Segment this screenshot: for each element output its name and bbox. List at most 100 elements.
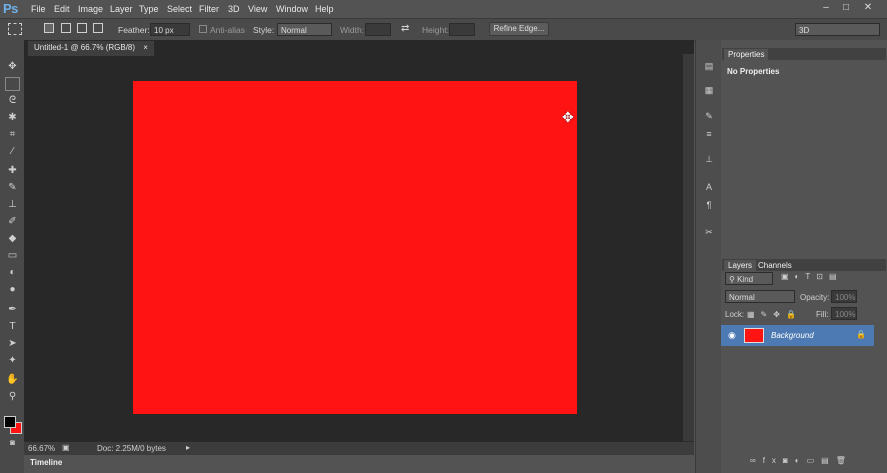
path-selection-icon[interactable]: ➤ <box>5 337 20 351</box>
menu-3d[interactable]: 3D <box>228 4 240 14</box>
subtract-selection-icon[interactable] <box>77 23 87 33</box>
vertical-scrollbar[interactable] <box>683 54 694 441</box>
tab-close-icon[interactable]: × <box>143 43 148 52</box>
search-icon: ⚲ <box>729 275 738 284</box>
right-panels: Properties No Properties Layers Channels… <box>721 40 887 473</box>
blend-mode-select[interactable]: Normal <box>725 290 795 303</box>
lasso-tool-icon[interactable]: ᘓ <box>5 94 20 108</box>
visibility-eye-icon[interactable]: ◉ <box>728 330 736 341</box>
menu-image[interactable]: Image <box>78 4 103 14</box>
opacity-input[interactable]: 100% <box>831 290 857 303</box>
zoom-level[interactable]: 66.67% <box>28 444 55 453</box>
quick-mask-icon[interactable]: ◙ <box>5 436 20 450</box>
brush-tool-icon[interactable]: ✎ <box>5 181 20 195</box>
timeline-label[interactable]: Timeline <box>30 458 62 467</box>
antialias-checkbox[interactable] <box>199 25 207 33</box>
layers-panel-header: Layers Channels <box>722 259 886 271</box>
feather-label: Feather: <box>118 25 150 35</box>
intersect-selection-icon[interactable] <box>93 23 103 33</box>
paragraph-panel-icon[interactable]: ¶ <box>702 199 716 212</box>
clone-source-icon[interactable]: ⊥ <box>702 153 716 166</box>
height-input[interactable] <box>449 23 475 36</box>
menu-layer[interactable]: Layer <box>110 4 133 14</box>
history-brush-icon[interactable]: ✐ <box>5 215 20 229</box>
document-tab[interactable]: Untitled-1 @ 66.7% (RGB/8) × <box>27 40 155 57</box>
hand-tool-icon[interactable]: ✋ <box>5 373 20 387</box>
menu-select[interactable]: Select <box>167 4 192 14</box>
antialias-label: Anti-alias <box>210 25 245 35</box>
layers-tab[interactable]: Layers <box>724 260 757 271</box>
menu-file[interactable]: File <box>31 4 46 14</box>
history-panel-icon[interactable]: ▤ <box>702 60 716 73</box>
photoshop-logo: Ps <box>3 1 18 16</box>
style-label: Style: <box>253 25 275 35</box>
panel-dock: ▤ ▦ ✎ ≡ ⊥ A ¶ ✂ <box>695 40 723 473</box>
menu-view[interactable]: View <box>248 4 267 14</box>
properties-tab[interactable]: Properties <box>724 49 769 60</box>
lock-icon: 🔒 <box>856 330 866 339</box>
zoom-tool-icon[interactable]: ⚲ <box>5 390 20 404</box>
opacity-label: Opacity: <box>800 293 830 302</box>
new-selection-icon[interactable] <box>44 23 54 33</box>
kind-label: Kind <box>737 275 754 284</box>
layer-filter-select[interactable]: ⚲ Kind <box>725 272 773 285</box>
dodge-tool-icon[interactable]: ● <box>5 283 20 297</box>
status-menu-arrow-icon[interactable]: ▸ <box>186 443 190 452</box>
layers-footer-icons[interactable]: ∞fx◙◐▭▤🗑 <box>750 456 853 465</box>
width-label: Width: <box>340 25 365 35</box>
eraser-icon[interactable]: ◆ <box>5 232 20 246</box>
document-tab-title: Untitled-1 @ 66.7% (RGB/8) <box>34 43 136 52</box>
menu-bar: Ps File Edit Image Layer Type Select Fil… <box>0 0 887 18</box>
workspace-select[interactable]: 3D <box>795 23 880 36</box>
crop-tool-icon[interactable]: ⌗ <box>5 128 20 142</box>
tools-panel-icon[interactable]: ✂ <box>702 226 716 239</box>
move-tool-icon[interactable]: ✥ <box>5 60 20 74</box>
feather-input[interactable]: 10 px <box>150 23 190 36</box>
move-cursor-icon: ✥ <box>562 109 574 125</box>
fill-input[interactable]: 100% <box>831 307 857 320</box>
style-select[interactable]: Normal <box>277 23 332 36</box>
magic-wand-icon[interactable]: ✱ <box>5 111 20 125</box>
minimize-button[interactable]: – <box>820 2 832 14</box>
canvas[interactable] <box>133 81 577 414</box>
layer-name[interactable]: Background <box>771 331 814 340</box>
blur-tool-icon[interactable]: ◐ <box>5 266 20 280</box>
width-input[interactable] <box>365 23 391 36</box>
status-info-icon[interactable]: ▣ <box>62 443 70 452</box>
status-bar: 66.67% ▣ Doc: 2.25M/0 bytes ▸ <box>24 441 694 456</box>
add-selection-icon[interactable] <box>61 23 71 33</box>
type-tool-icon[interactable]: T <box>5 320 20 334</box>
close-button[interactable]: ✕ <box>862 2 874 14</box>
lock-icons[interactable]: ▦✎✥🔒 <box>747 310 802 319</box>
menu-help[interactable]: Help <box>315 4 334 14</box>
properties-panel-header: Properties <box>722 48 886 60</box>
navigator-panel-icon[interactable]: ▦ <box>702 84 716 97</box>
refine-edge-button[interactable]: Refine Edge... <box>489 22 549 36</box>
tool-presets-icon[interactable]: ✎ <box>702 110 716 123</box>
restore-button[interactable]: □ <box>840 2 852 14</box>
swap-icon[interactable]: ⇄ <box>401 23 409 34</box>
toolbox: ✥ ᘓ ✱ ⌗ ⁄ ✚ ✎ ⊥ ✐ ◆ ▭ ◐ ● ✒ T ➤ ✦ ✋ ⚲ ◙ <box>0 40 25 473</box>
menu-edit[interactable]: Edit <box>54 4 70 14</box>
marquee-tool-icon[interactable] <box>5 77 20 91</box>
menu-window[interactable]: Window <box>276 4 308 14</box>
menu-type[interactable]: Type <box>139 4 159 14</box>
foreground-color-swatch[interactable] <box>4 416 16 428</box>
timeline-panel: Timeline <box>24 455 694 473</box>
lock-label: Lock: <box>725 310 745 319</box>
menu-filter[interactable]: Filter <box>199 4 219 14</box>
pen-tool-icon[interactable]: ✒ <box>5 303 20 317</box>
character-panel-icon[interactable]: A <box>702 181 716 194</box>
clone-stamp-icon[interactable]: ⊥ <box>5 198 20 212</box>
doc-info: Doc: 2.25M/0 bytes <box>97 444 166 453</box>
shape-tool-icon[interactable]: ✦ <box>5 354 20 368</box>
adjustments-icon[interactable]: ≡ <box>702 128 716 141</box>
layer-filter-icons[interactable]: ▣◐T⊡▤ <box>781 272 843 281</box>
properties-message: No Properties <box>727 67 780 76</box>
channels-tab[interactable]: Channels <box>754 260 796 271</box>
layer-thumbnail <box>744 328 764 343</box>
healing-brush-icon[interactable]: ✚ <box>5 164 20 178</box>
eyedropper-icon[interactable]: ⁄ <box>5 145 20 159</box>
gradient-tool-icon[interactable]: ▭ <box>5 249 20 263</box>
marquee-tool-preset-icon[interactable] <box>8 23 22 35</box>
